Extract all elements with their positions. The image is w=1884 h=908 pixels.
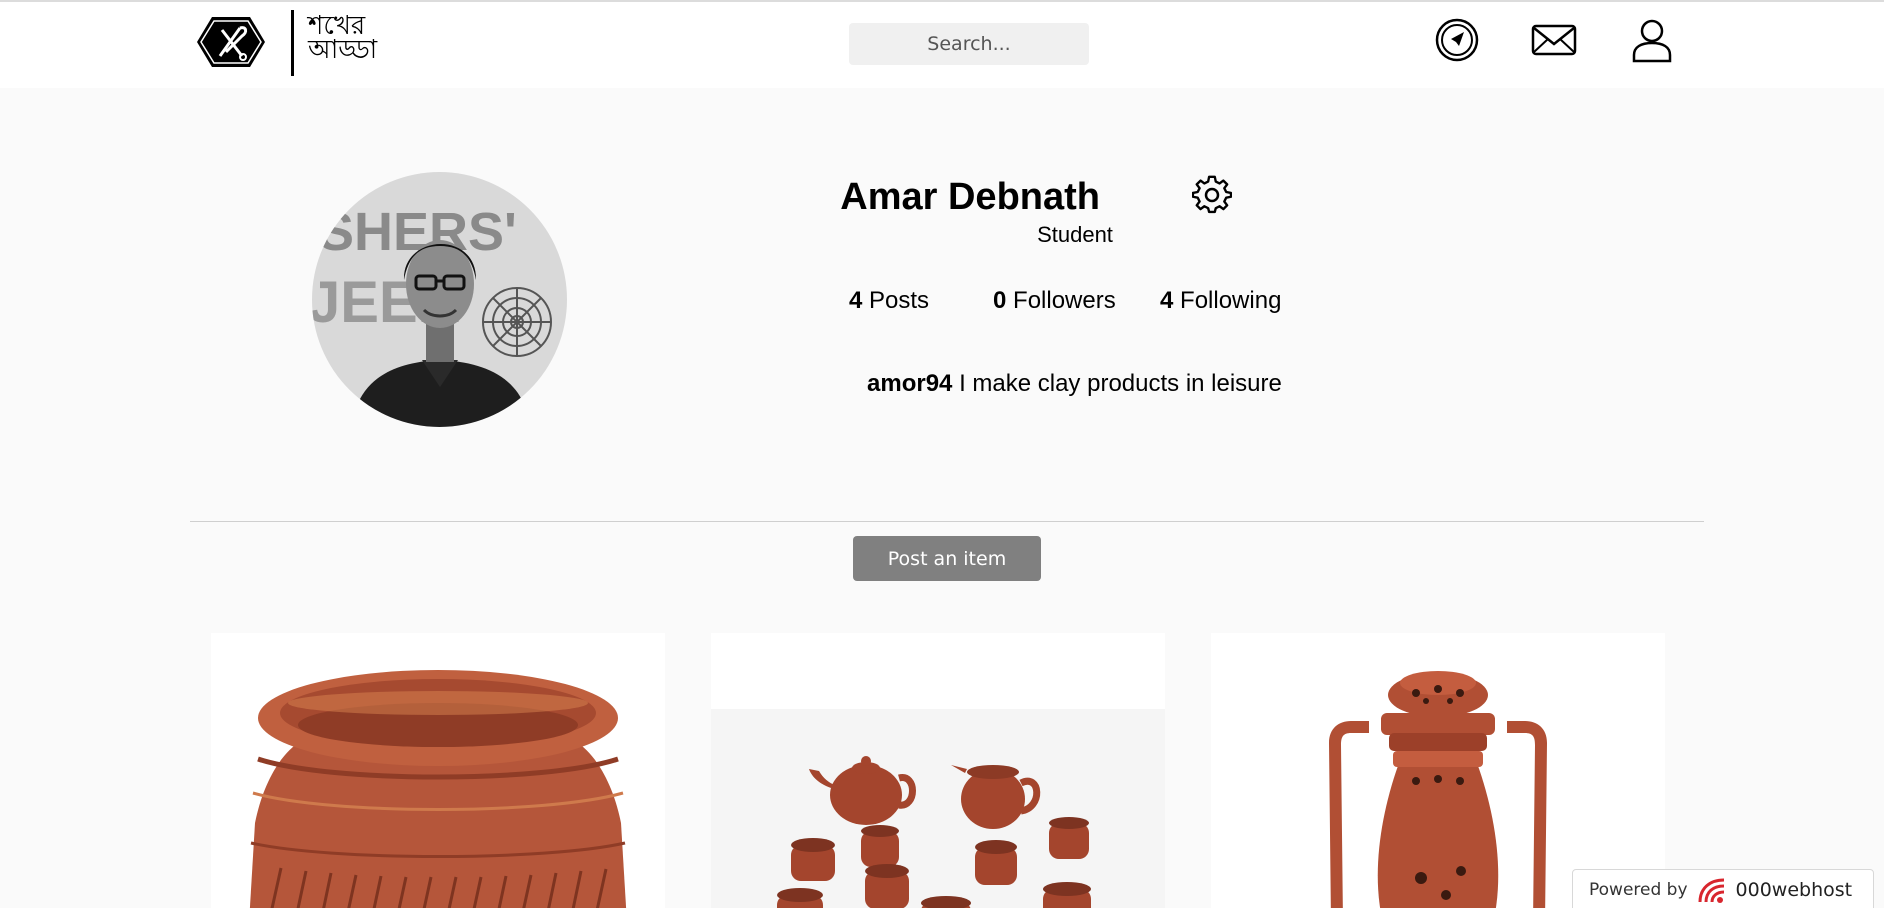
search-input[interactable] [849,23,1089,65]
webhost-brand: 000webhost [1735,879,1853,901]
following-stat[interactable]: 4 Following [1160,287,1281,315]
powered-by-badge[interactable]: Powered by 000webhost [1572,869,1874,908]
compass-icon[interactable] [1433,16,1481,64]
post-card-tea-set[interactable] [711,633,1165,908]
tea-set-image [711,633,1165,908]
avatar: SHERS' JEEK [312,172,567,427]
followers-label: Followers [1013,287,1116,314]
user-icon[interactable] [1628,16,1676,64]
logo-wordmark[interactable]: শখের আড্ডা [308,13,388,70]
navbar: শখের আড্ডা [0,2,1884,88]
profile-name: Amar Debnath [840,176,1100,218]
gear-icon[interactable] [1191,175,1233,215]
post-card-clay-lantern[interactable] [1211,633,1665,908]
profile-username: amor94 [867,370,953,397]
section-divider [190,521,1704,522]
logo-text-line2: আড্ডা [308,35,378,65]
webhost-swirl-icon [1698,878,1724,903]
followers-stat[interactable]: 0 Followers [993,287,1116,315]
powered-by-label: Powered by [1589,880,1688,900]
post-card-clay-pot[interactable] [211,633,665,908]
posts-stat[interactable]: 4 Posts [849,287,929,315]
following-count: 4 [1160,287,1174,314]
envelope-icon[interactable] [1530,16,1578,64]
clay-pot-image [211,633,665,908]
posts-count: 4 [849,287,863,314]
feather-hex-logo-icon[interactable] [196,16,266,68]
post-item-button[interactable]: Post an item [853,536,1041,581]
following-label: Following [1180,287,1282,314]
posts-label: Posts [869,287,930,314]
bio-text: I make clay products in leisure [959,370,1282,397]
followers-count: 0 [993,287,1007,314]
profile-bio: amor94 I make clay products in leisure [867,370,1282,398]
logo-divider [291,10,294,76]
profile-role: Student [1037,222,1113,247]
clay-lantern-image [1211,633,1665,908]
